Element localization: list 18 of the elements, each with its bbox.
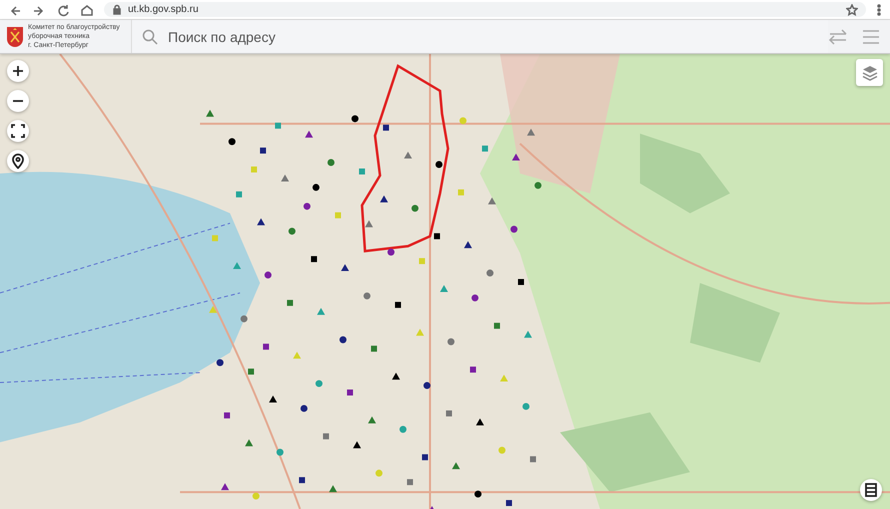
url-text: ut.kb.gov.spb.ru xyxy=(128,4,198,15)
address-search-field[interactable]: Поиск по адресу xyxy=(166,28,818,46)
address-bar[interactable]: ut.kb.gov.spb.ru xyxy=(104,2,866,17)
list-icon xyxy=(864,483,878,497)
home-icon[interactable] xyxy=(80,2,94,16)
layers-icon xyxy=(860,64,878,82)
location-pin-icon xyxy=(10,153,26,169)
search-bar[interactable]: Поиск по адресу xyxy=(132,20,828,53)
search-icon xyxy=(142,28,158,44)
reload-icon[interactable] xyxy=(56,2,70,16)
layers-button[interactable] xyxy=(856,59,883,86)
zoom-out-icon xyxy=(12,99,24,103)
fullscreen-icon xyxy=(10,123,26,139)
star-icon[interactable] xyxy=(846,4,858,16)
lock-icon[interactable] xyxy=(112,4,122,15)
coat-of-arms-icon xyxy=(6,26,24,48)
more-icon[interactable] xyxy=(876,4,882,16)
zoom-in-icon xyxy=(10,63,26,79)
